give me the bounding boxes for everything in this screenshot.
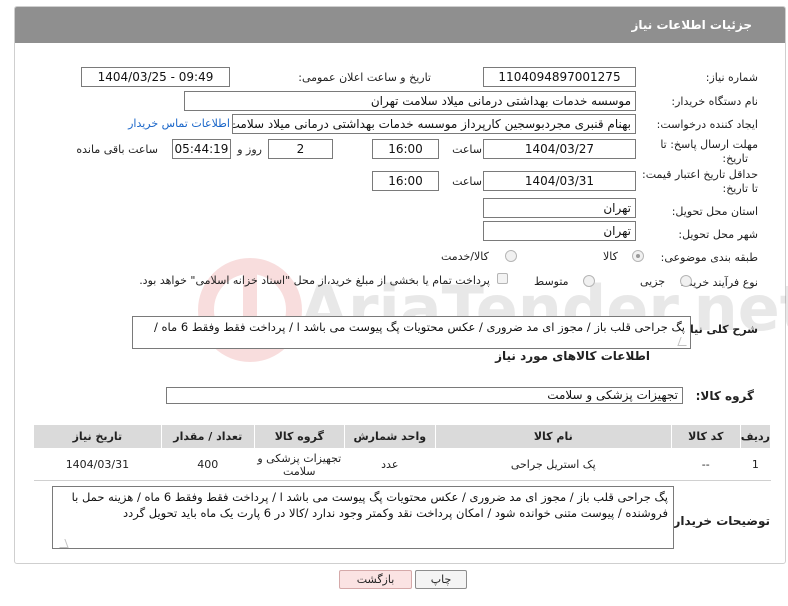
category-option-goods-service: کالا/خدمت bbox=[441, 250, 489, 263]
cell-name: پک استریل جراحی bbox=[435, 448, 672, 481]
remaining-days-label: روز و bbox=[237, 143, 262, 156]
delivery-province-field: تهران bbox=[483, 198, 636, 218]
price-validity-label-date: تا تاریخ: bbox=[722, 182, 758, 195]
description-textarea[interactable]: پگ جراحی قلب باز / مجوز ای مد ضروری / عک… bbox=[132, 316, 691, 349]
category-radio-goods-service[interactable] bbox=[505, 250, 517, 262]
print-button[interactable]: چاپ bbox=[415, 570, 467, 589]
buyer-org-field: موسسه خدمات بهداشتی درمانی میلاد سلامت ت… bbox=[184, 91, 636, 111]
col-group: گروه کالا bbox=[253, 424, 345, 449]
requester-label: ایجاد کننده درخواست: bbox=[656, 118, 758, 131]
cell-code: -- bbox=[671, 448, 741, 481]
price-validity-time-field: 16:00 bbox=[372, 171, 439, 191]
delivery-city-field: تهران bbox=[483, 221, 636, 241]
buyer-notes-text: پگ جراحی قلب باز / مجوز ای مد ضروری / عک… bbox=[71, 490, 668, 520]
reply-deadline-label-date: تاریخ: bbox=[722, 152, 748, 165]
col-date: تاریخ نیاز bbox=[33, 424, 162, 449]
price-validity-date-field: 1404/03/31 bbox=[483, 171, 636, 191]
goods-section-title: اطلاعات کالاهای مورد نیاز bbox=[495, 349, 650, 363]
col-qty: تعداد / مقدار bbox=[160, 424, 255, 449]
delivery-province-label: استان محل تحویل: bbox=[671, 205, 758, 218]
cell-qty: 400 bbox=[161, 448, 255, 481]
process-radio-minor[interactable] bbox=[680, 275, 692, 287]
goods-group-field: تجهیزات پزشکی و سلامت bbox=[166, 387, 683, 404]
col-row: ردیف bbox=[739, 424, 772, 449]
reply-deadline-date-field: 1404/03/27 bbox=[483, 139, 636, 159]
need-number-field: 1104094897001275 bbox=[483, 67, 636, 87]
remaining-time-field: 05:44:19 bbox=[172, 139, 231, 159]
description-text: پگ جراحی قلب باز / مجوز ای مد ضروری / عک… bbox=[154, 320, 685, 334]
back-button[interactable]: بازگشت bbox=[339, 570, 412, 589]
cell-unit: عدد bbox=[344, 448, 436, 481]
panel-title: جزئیات اطلاعات نیاز bbox=[631, 18, 752, 32]
process-option-medium: متوسط bbox=[534, 275, 569, 288]
announce-datetime-label: تاریخ و ساعت اعلان عمومی: bbox=[298, 71, 431, 84]
reply-deadline-time-field: 16:00 bbox=[372, 139, 439, 159]
treasury-checkbox[interactable] bbox=[497, 273, 508, 284]
cell-group: تجهیزات پزشکی و سلامت bbox=[254, 448, 345, 481]
buyer-notes-label: توضیحات خریدار: bbox=[668, 514, 770, 528]
buyer-org-label: نام دستگاه خریدار: bbox=[671, 95, 758, 108]
price-validity-time-label: ساعت bbox=[452, 175, 482, 188]
treasury-note: پرداخت تمام یا بخشی از مبلغ خرید،از محل … bbox=[139, 274, 490, 287]
remaining-days-field: 2 bbox=[268, 139, 333, 159]
category-option-goods: کالا bbox=[603, 250, 618, 263]
col-name: نام کالا bbox=[434, 424, 672, 449]
col-unit: واحد شمارش bbox=[343, 424, 436, 449]
description-label: شرح کلی نیاز: bbox=[679, 323, 758, 336]
need-number-label: شماره نیاز: bbox=[705, 71, 758, 84]
goods-table: ردیف کد کالا نام کالا واحد شمارش گروه کا… bbox=[33, 424, 772, 481]
buyer-contact-link[interactable]: اطلاعات تماس خریدار bbox=[128, 117, 230, 130]
process-type-label: نوع فرآیند خرید : bbox=[680, 276, 758, 289]
goods-table-header: ردیف کد کالا نام کالا واحد شمارش گروه کا… bbox=[33, 424, 772, 449]
requester-field: بهنام قنبری مجردبوسجین کارپرداز موسسه خد… bbox=[232, 114, 636, 134]
process-option-minor: جزیی bbox=[640, 275, 666, 288]
process-radio-medium[interactable] bbox=[583, 275, 595, 287]
delivery-city-label: شهر محل تحویل: bbox=[678, 228, 758, 241]
category-radio-goods[interactable] bbox=[632, 250, 644, 262]
buyer-notes-textarea[interactable]: پگ جراحی قلب باز / مجوز ای مد ضروری / عک… bbox=[52, 486, 674, 549]
reply-deadline-label: مهلت ارسال پاسخ: تا bbox=[660, 138, 758, 151]
col-code: کد کالا bbox=[670, 424, 741, 449]
announce-datetime-field: 1404/03/25 - 09:49 bbox=[81, 67, 230, 87]
price-validity-label: حداقل تاریخ اعتبار قیمت: bbox=[642, 168, 758, 181]
remaining-time-label: ساعت باقی مانده bbox=[76, 143, 158, 156]
reply-deadline-time-label: ساعت bbox=[452, 143, 482, 156]
table-row[interactable]: 1 -- پک استریل جراحی عدد تجهیزات پزشکی و… bbox=[33, 448, 771, 481]
cell-row: 1 bbox=[740, 448, 771, 481]
cell-date: 1404/03/31 bbox=[33, 448, 162, 481]
goods-group-label: گروه کالا: bbox=[695, 389, 754, 403]
category-label: طبقه بندی موضوعی: bbox=[660, 251, 758, 264]
